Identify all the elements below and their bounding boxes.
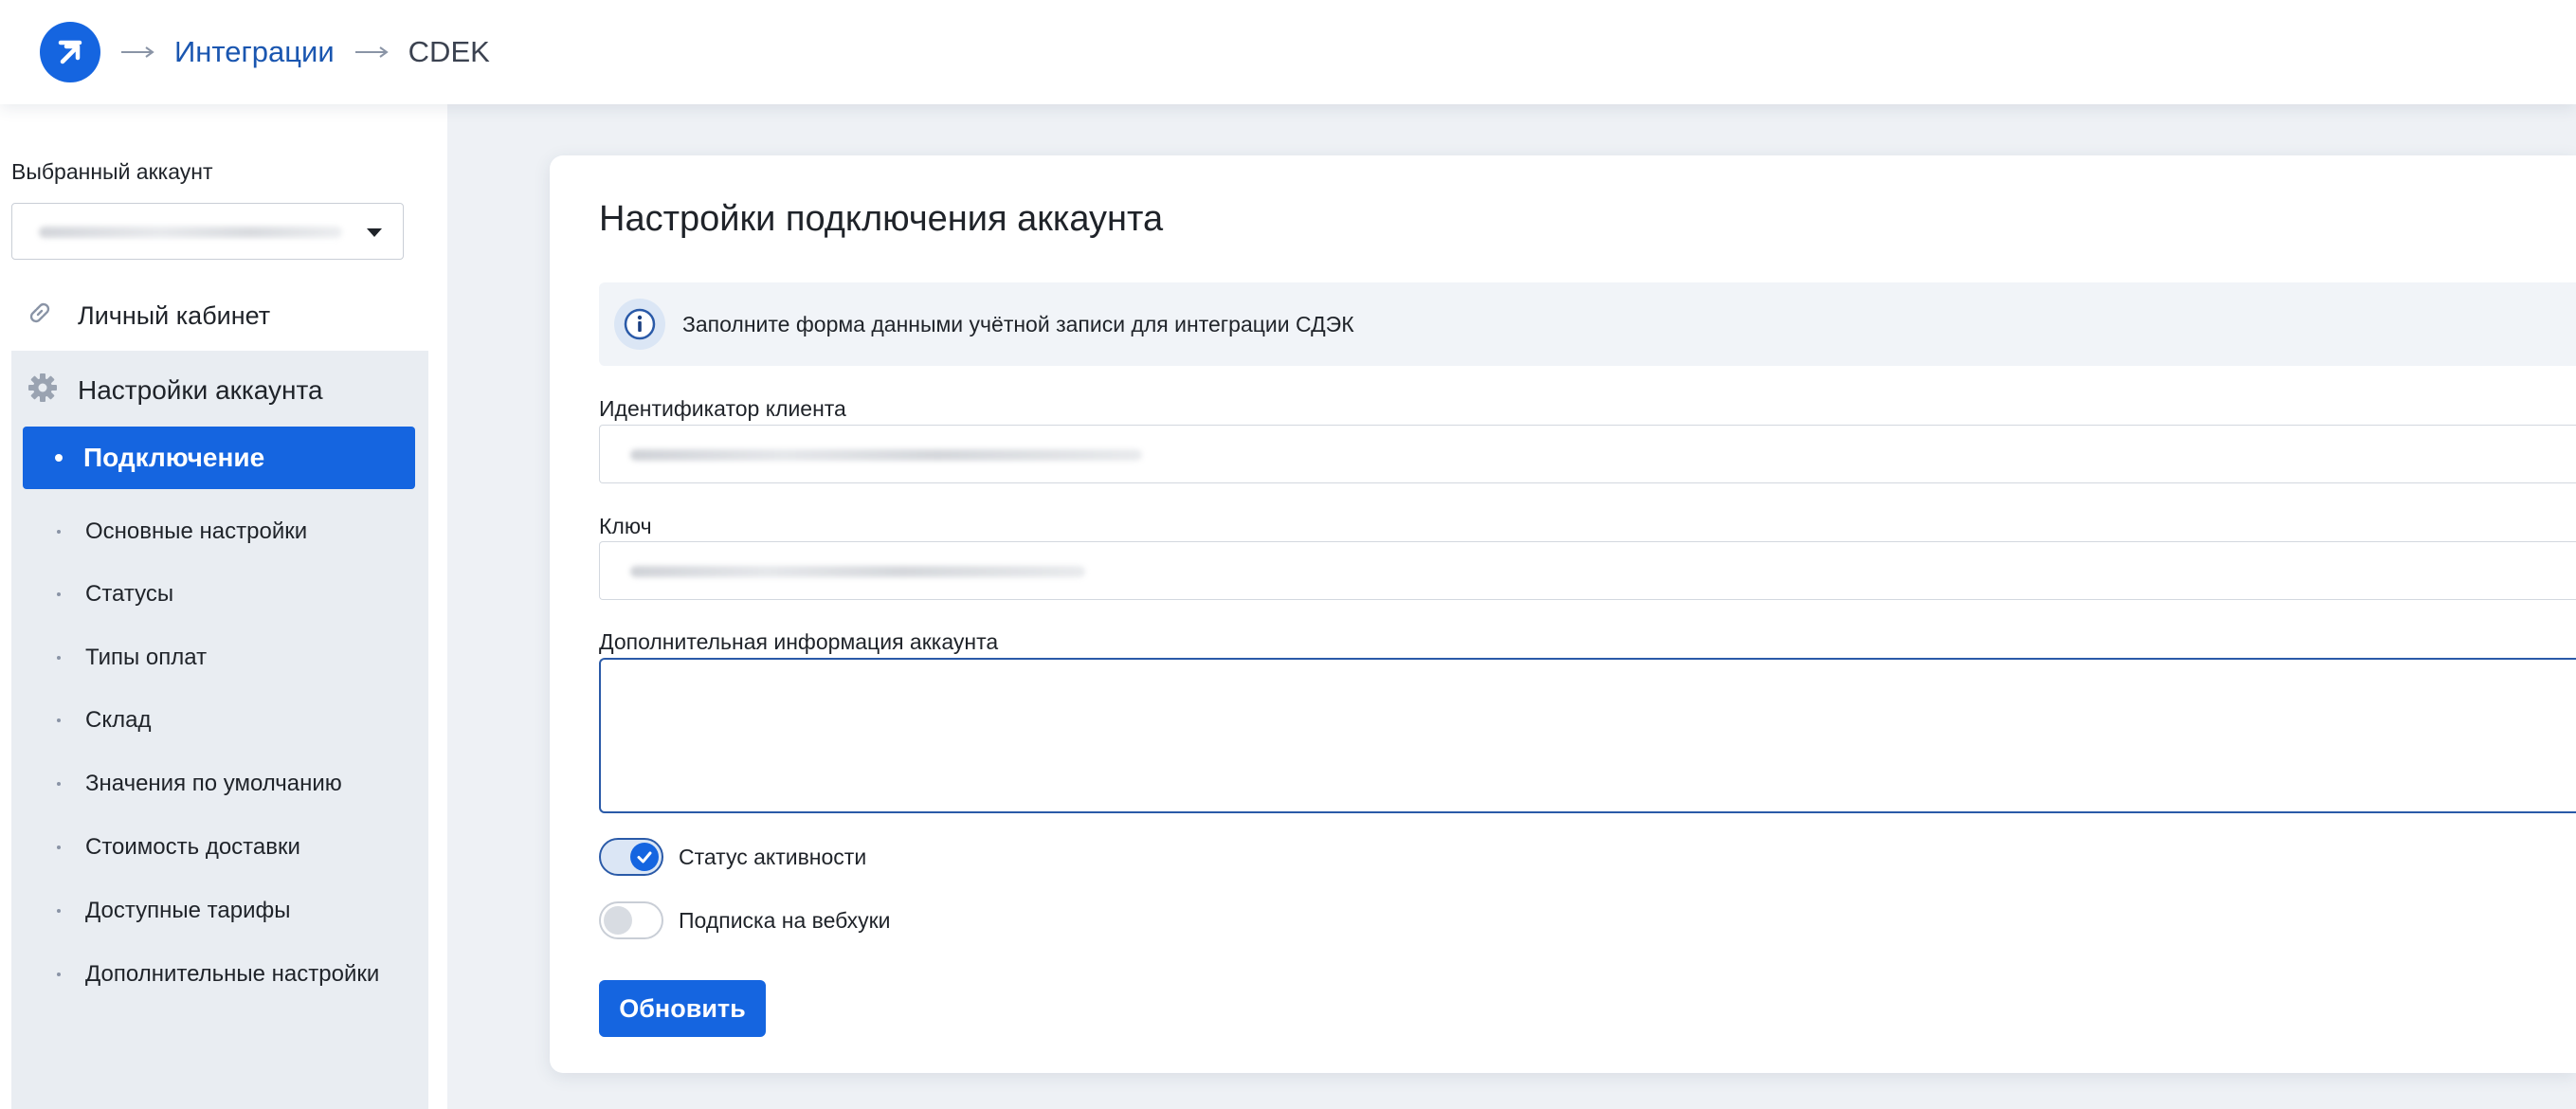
sidebar: Выбранный аккаунт Личный кабинет Настрой… [0, 104, 447, 1109]
client-id-value-blurred [630, 449, 1142, 461]
bullet-icon [57, 909, 61, 913]
key-label: Ключ [599, 514, 652, 538]
link-icon [25, 298, 55, 335]
key-field[interactable] [599, 541, 2576, 600]
sidebar-item-delivery-cost[interactable]: Стоимость доставки [57, 828, 300, 866]
client-id-label: Идентификатор клиента [599, 396, 846, 421]
sidebar-item-main-settings[interactable]: Основные настройки [57, 513, 307, 551]
chevron-down-icon [367, 228, 382, 237]
sidebar-item-payment-types[interactable]: Типы оплат [57, 639, 207, 677]
sidebar-item-label: Дополнительные настройки [85, 961, 380, 987]
settings-card: Настройки подключения аккаунта Заполните… [550, 155, 2576, 1073]
active-status-toggle[interactable] [599, 838, 663, 876]
gear-icon [27, 372, 59, 410]
sidebar-item-connection[interactable]: Подключение [23, 427, 415, 489]
sidebar-item-cabinet[interactable]: Личный кабинет [25, 292, 270, 339]
account-label: Выбранный аккаунт [11, 159, 213, 184]
breadcrumb-arrow-icon [354, 45, 390, 59]
sidebar-item-label: Доступные тарифы [85, 898, 291, 923]
sidebar-item-statuses[interactable]: Статусы [57, 575, 173, 613]
bullet-icon [57, 718, 61, 722]
webhook-row: Подписка на вебхуки [599, 900, 891, 941]
extra-info-textarea[interactable] [599, 658, 2576, 813]
webhook-toggle[interactable] [599, 901, 663, 939]
sidebar-item-label: Стоимость доставки [85, 834, 300, 860]
sidebar-item-label: Значения по умолчанию [85, 771, 342, 796]
account-value-blurred [39, 227, 342, 238]
sidebar-item-extra-settings[interactable]: Дополнительные настройки [57, 955, 379, 993]
breadcrumb-integrations[interactable]: Интеграции [174, 35, 335, 69]
bullet-icon [57, 973, 61, 976]
active-status-row: Статус активности [599, 836, 866, 878]
breadcrumb-arrow-icon [121, 45, 155, 59]
update-button[interactable]: Обновить [599, 980, 766, 1037]
toggle-knob [604, 906, 632, 935]
bullet-icon [57, 592, 61, 596]
bullet-icon [57, 656, 61, 660]
bullet-icon [55, 454, 63, 462]
extra-info-label: Дополнительная информация аккаунта [599, 629, 999, 654]
app-logo-icon[interactable] [40, 22, 100, 82]
info-icon [614, 299, 665, 350]
sidebar-item-defaults[interactable]: Значения по умолчанию [57, 765, 342, 803]
sidebar-item-warehouse[interactable]: Склад [57, 701, 151, 739]
account-select[interactable] [11, 203, 404, 260]
sidebar-item-label: Типы оплат [85, 645, 208, 670]
sidebar-item-label: Основные настройки [85, 518, 308, 544]
client-id-field[interactable] [599, 425, 2576, 483]
bullet-icon [57, 530, 61, 534]
bullet-icon [57, 845, 61, 849]
sidebar-item-tariffs[interactable]: Доступные тарифы [57, 892, 290, 930]
info-text: Заполните форма данными учётной записи д… [682, 311, 1354, 336]
info-banner: Заполните форма данными учётной записи д… [599, 282, 2576, 366]
active-status-label: Статус активности [679, 844, 867, 869]
settings-section-title: Настройки аккаунта [78, 375, 323, 405]
sidebar-item-label: Личный кабинет [78, 300, 271, 330]
sidebar-item-label: Подключение [83, 443, 265, 472]
key-value-blurred [630, 566, 1085, 577]
webhook-label: Подписка на вебхуки [679, 907, 891, 933]
sidebar-item-label: Склад [85, 707, 152, 733]
sidebar-item-account-settings[interactable]: Настройки аккаунта [27, 370, 323, 411]
breadcrumb-current: CDEK [408, 35, 490, 68]
sidebar-item-label: Статусы [85, 581, 174, 607]
check-icon [630, 843, 659, 871]
top-header: Интеграции CDEK [0, 0, 2576, 104]
page-title: Настройки подключения аккаунта [599, 199, 1164, 239]
settings-panel: Настройки аккаунта Подключение Основные … [11, 351, 428, 1109]
bullet-icon [57, 782, 61, 786]
